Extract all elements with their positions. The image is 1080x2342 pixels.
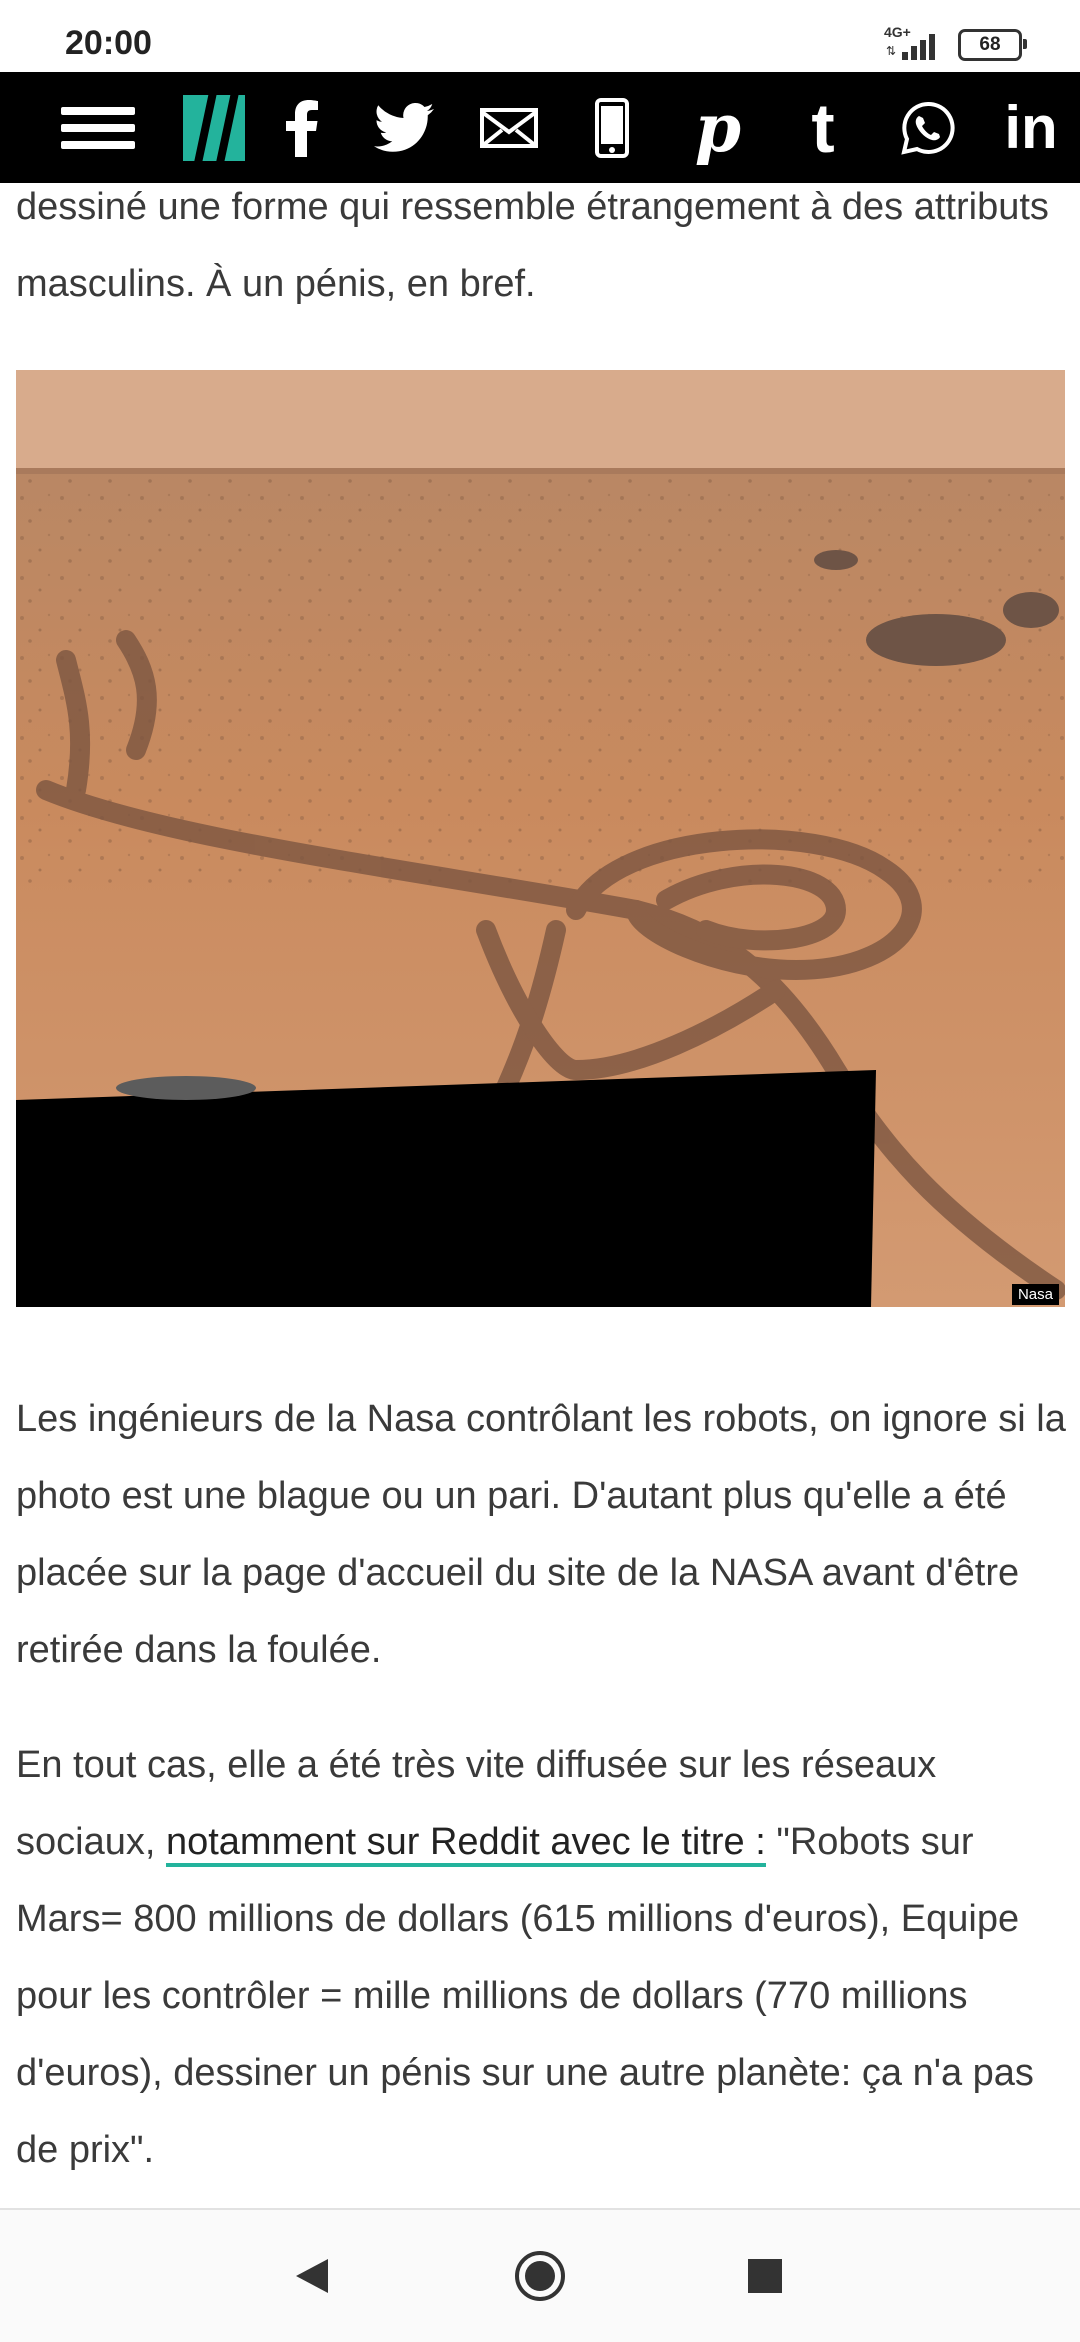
- linkedin-icon[interactable]: in: [998, 72, 1064, 183]
- menu-icon[interactable]: [60, 72, 136, 183]
- status-time: 20:00: [65, 24, 152, 62]
- recents-icon[interactable]: [735, 2246, 795, 2306]
- mobile-icon[interactable]: [592, 72, 632, 183]
- tumblr-icon[interactable]: t: [795, 72, 851, 183]
- battery-icon: 68: [958, 29, 1027, 61]
- twitter-icon[interactable]: [370, 72, 438, 183]
- pinterest-icon[interactable]: p: [690, 72, 746, 183]
- image-credit: Nasa: [1011, 1284, 1059, 1305]
- back-icon[interactable]: [282, 2246, 342, 2306]
- mars-rover-tracks-photo: Nasa: [16, 370, 1065, 1307]
- article-paragraph: En tout cas, elle a été très vite diffus…: [16, 1727, 1066, 2189]
- article-paragraph: dessiné une forme qui ressemble étrangem…: [16, 186, 1049, 305]
- signal-icon: 4G+ ⇅: [884, 24, 944, 62]
- article-paragraph: Les ingénieurs de la Nasa contrôlant les…: [16, 1398, 1066, 1671]
- home-icon[interactable]: [510, 2246, 570, 2306]
- facebook-icon[interactable]: [274, 72, 330, 183]
- status-icons: 4G+ ⇅ 68: [884, 24, 1027, 62]
- huffpost-logo-icon[interactable]: [182, 72, 246, 183]
- battery-level: 68: [979, 34, 1001, 55]
- email-icon[interactable]: [478, 72, 540, 183]
- share-toolbar: p t in: [0, 72, 1080, 183]
- reddit-link[interactable]: notamment sur Reddit avec le titre :: [165, 1821, 766, 1867]
- status-bar: 20:00 4G+ ⇅ 68: [0, 0, 1080, 72]
- navigation-bar: [0, 2208, 1080, 2342]
- whatsapp-icon[interactable]: [898, 72, 958, 183]
- paragraph-text: "Robots sur Mars= 800 millions de dollar…: [16, 1821, 1034, 2171]
